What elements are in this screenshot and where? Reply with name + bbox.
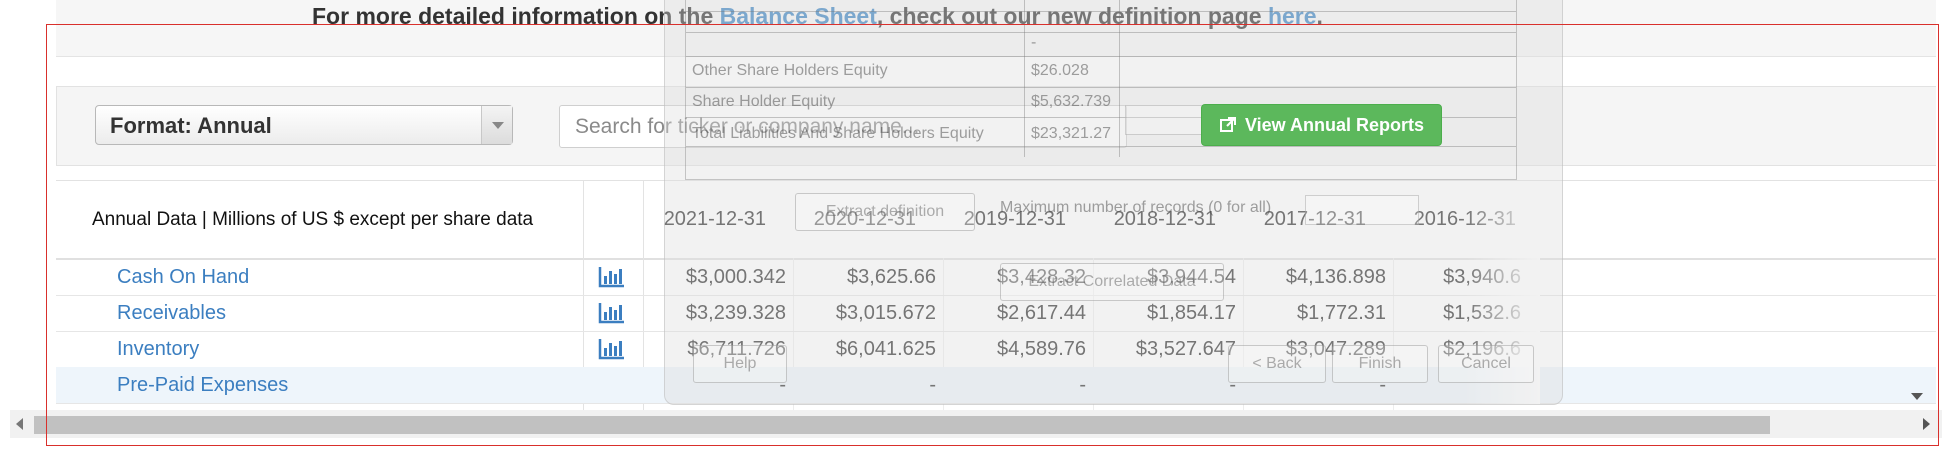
- ghost-row-line: [686, 11, 1516, 12]
- row-label-link[interactable]: Cash On Hand: [117, 266, 249, 289]
- back-button: < Back: [1228, 345, 1326, 383]
- format-select-value: Format: Annual: [110, 113, 272, 138]
- ghost-col-line: [1119, 0, 1120, 157]
- banner-prefix: For more detailed information on the: [312, 3, 720, 29]
- ghost-cell: Total Liabilities And Share Holders Equi…: [692, 125, 984, 142]
- ghost-export-dialog: - Other Share Holders Equity $26.028 Sha…: [664, 0, 1563, 405]
- max-records-input: [1305, 195, 1419, 225]
- row-label-link[interactable]: Receivables: [117, 302, 226, 325]
- bar-chart-icon[interactable]: [598, 337, 626, 361]
- scrollbar-thumb[interactable]: [34, 416, 1770, 434]
- ghost-row-line: [686, 56, 1516, 57]
- external-link-icon: [1219, 117, 1236, 132]
- ghost-cell: $23,321.27: [1031, 125, 1112, 142]
- horizontal-scrollbar[interactable]: [10, 410, 1942, 438]
- scroll-right-icon[interactable]: [1923, 418, 1930, 430]
- scroll-left-icon[interactable]: [16, 418, 23, 430]
- table-header-title: Annual Data | Millions of US $ except pe…: [92, 209, 534, 230]
- chevron-down-icon[interactable]: [481, 106, 512, 144]
- ghost-balance-table: - Other Share Holders Equity $26.028 Sha…: [685, 0, 1517, 180]
- ghost-cell: -: [1031, 34, 1037, 51]
- max-records-label: Maximum number of records (0 for all): [1000, 199, 1272, 216]
- view-annual-reports-label: View Annual Reports: [1244, 115, 1425, 135]
- ghost-cell: $5,632.739: [1031, 93, 1112, 110]
- help-button: Help: [693, 345, 787, 383]
- bar-chart-icon[interactable]: [598, 301, 626, 325]
- format-select[interactable]: Format: Annual: [95, 105, 513, 145]
- bar-chart-icon[interactable]: [598, 265, 626, 289]
- ghost-col-line: [1024, 0, 1025, 157]
- ghost-cell: Share Holder Equity: [692, 93, 836, 110]
- finish-button: Finish: [1332, 345, 1428, 383]
- ghost-row-line: [686, 32, 1516, 33]
- scroll-down-icon[interactable]: [1911, 393, 1923, 400]
- cancel-button: Cancel: [1438, 345, 1534, 383]
- ghost-cell: $26.028: [1031, 62, 1089, 79]
- row-label-link[interactable]: Pre-Paid Expenses: [117, 374, 288, 397]
- extract-correlated-button: Extract Correlated Data: [1000, 263, 1224, 301]
- extract-definition-button: Extract definition: [795, 193, 975, 231]
- row-label-link[interactable]: Inventory: [117, 338, 199, 361]
- view-annual-reports-button[interactable]: View Annual Reports: [1201, 104, 1442, 146]
- ghost-row-line: [686, 87, 1516, 88]
- ghost-cell: Other Share Holders Equity: [692, 62, 888, 79]
- ghost-row-line: [686, 146, 1516, 147]
